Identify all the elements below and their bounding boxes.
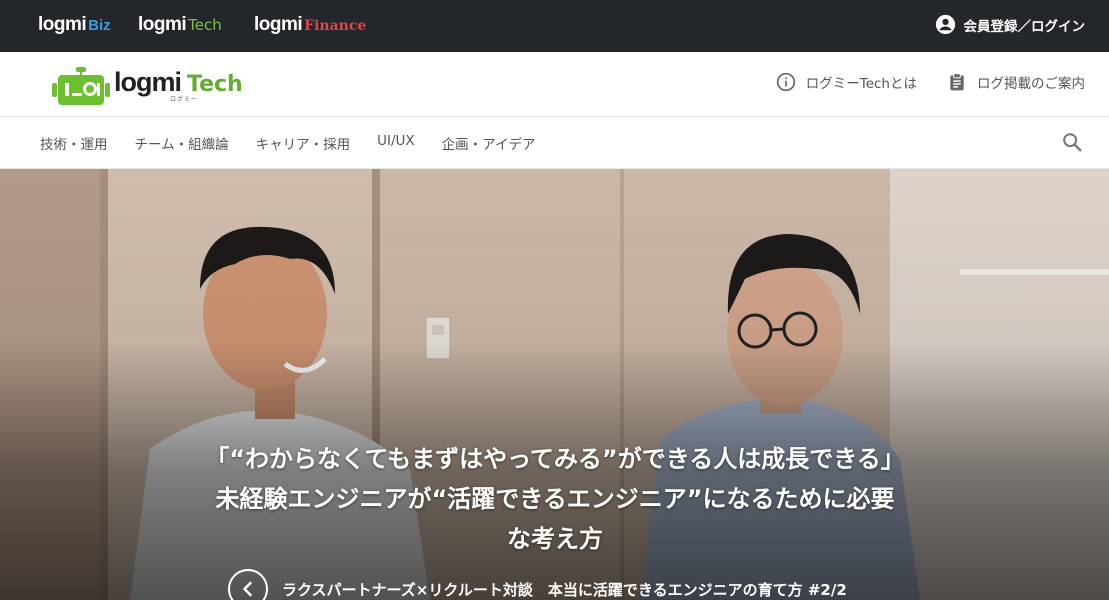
- logmi-tech-link[interactable]: logmi Tech: [138, 14, 222, 36]
- listing-guide-label: ログ掲載のご案内: [977, 76, 1085, 92]
- info-icon: [776, 72, 795, 92]
- category-team[interactable]: チーム・組織論: [135, 133, 229, 153]
- account-icon: [935, 14, 955, 35]
- category-nav: 技術・運用 チーム・組織論 キャリア・採用 UI/UX 企画・アイデア: [0, 117, 1109, 169]
- title-line: な考え方: [507, 525, 603, 553]
- logmi-tech-logo[interactable]: logmi Tech ログミー: [52, 65, 243, 105]
- login-label: 会員登録／ログイン: [963, 18, 1086, 35]
- logo-kana-text: ログミー: [170, 96, 199, 103]
- category-tech-ops[interactable]: 技術・運用: [40, 133, 108, 153]
- logmi-biz-link[interactable]: logmi Biz: [38, 14, 111, 36]
- category-uiux[interactable]: UI/UX: [377, 133, 415, 153]
- category-planning[interactable]: 企画・アイデア: [442, 133, 536, 153]
- brand-sub-biz: Biz: [88, 17, 111, 34]
- about-link[interactable]: ログミーTechとは: [776, 72, 917, 92]
- robot-logo-icon: [52, 67, 110, 105]
- title-line: 「“わからなくてもまずはやってみる”ができる人は成長できる」: [205, 445, 905, 473]
- brand-sub-finance: Finance: [304, 18, 367, 34]
- listing-guide-link[interactable]: ログ掲載のご案内: [947, 72, 1085, 92]
- series-link[interactable]: ラクスパートナーズ×リクルート対談 本当に活躍できるエンジニアの育て方 #2/2: [228, 569, 847, 600]
- clipboard-icon: [950, 73, 964, 91]
- series-title: ラクスパートナーズ×リクルート対談 本当に活躍できるエンジニアの育て方 #2/2: [282, 580, 847, 599]
- logmi-finance-link[interactable]: logmi Finance: [254, 14, 366, 36]
- about-label: ログミーTechとは: [805, 76, 917, 92]
- site-switcher-bar: logmi Biz logmi Tech logmi Finance 会員登録／…: [0, 0, 1109, 52]
- category-career[interactable]: キャリア・採用: [256, 133, 351, 153]
- previous-article-button[interactable]: [228, 569, 268, 600]
- brand-sub-tech: Tech: [188, 16, 222, 34]
- brand-name: logmi: [138, 14, 187, 35]
- article-title[interactable]: 「“わからなくてもまずはやってみる”ができる人は成長できる」 未経験エンジニアが…: [140, 439, 970, 559]
- brand-name: logmi: [254, 14, 303, 35]
- title-line: 未経験エンジニアが“活躍できるエンジニア”になるために必要: [215, 485, 895, 513]
- chevron-left-icon: [243, 581, 252, 597]
- hero-article[interactable]: 「“わからなくてもまずはやってみる”ができる人は成長できる」 未経験エンジニアが…: [0, 169, 1109, 600]
- brand-name: logmi: [38, 14, 87, 35]
- site-header: logmi Tech ログミー ログミーTechとは ログ掲載のご案内: [0, 52, 1109, 117]
- login-link[interactable]: 会員登録／ログイン: [935, 14, 1086, 35]
- search-icon[interactable]: [1061, 131, 1083, 153]
